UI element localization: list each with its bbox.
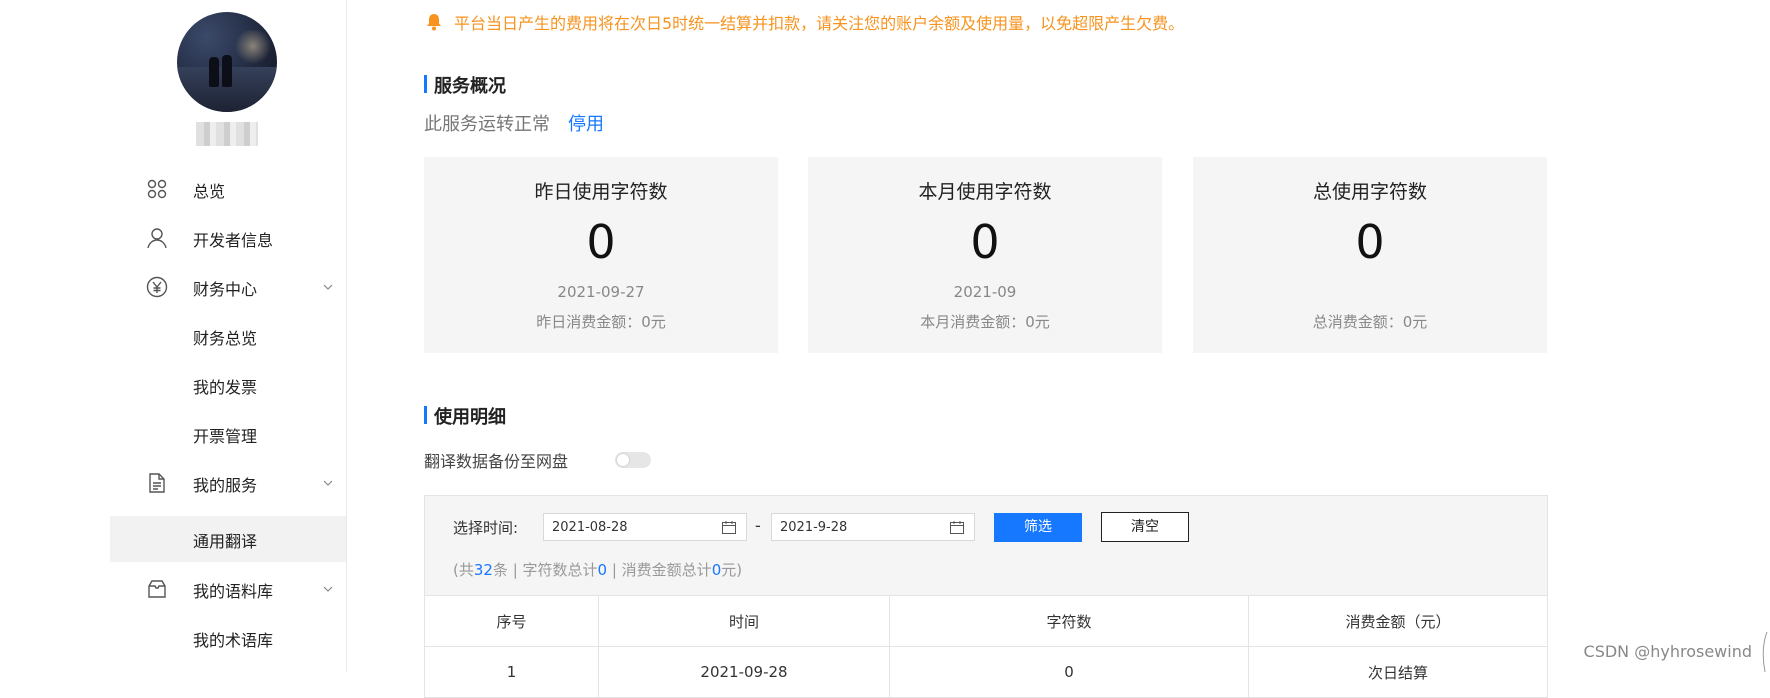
sidebar-item-label: 开票管理 xyxy=(193,427,258,446)
table-cell: 1 xyxy=(424,646,599,698)
document-icon xyxy=(149,473,165,493)
service-status: 此服务运转正常 停用 xyxy=(424,110,604,136)
sidebar-item-label: 总览 xyxy=(193,182,226,201)
chevron-down-icon xyxy=(323,480,333,486)
clear-button[interactable]: 清空 xyxy=(1101,512,1189,542)
sidebar-item-finance-overview[interactable]: 财务总览 xyxy=(110,312,346,360)
chevron-down-icon xyxy=(323,284,333,290)
sidebar-item-label: 财务总览 xyxy=(193,329,258,348)
sidebar-item-label: 我的术语库 xyxy=(193,631,274,650)
card-date: 2021-09 xyxy=(953,283,1017,301)
sidebar-item-label: 财务中心 xyxy=(193,280,258,299)
sidebar-item-invoice-management[interactable]: 开票管理 xyxy=(110,410,346,458)
records-summary: (共32条 | 字符数总计0 | 消费金额总计0元) xyxy=(453,561,743,579)
table-cell: 次日结算 xyxy=(1248,646,1548,698)
grid-icon xyxy=(147,179,167,199)
card-value: 0 xyxy=(1355,215,1385,269)
amount-total: 0 xyxy=(711,561,722,579)
card-title: 昨日使用字符数 xyxy=(534,181,668,203)
table-row: 1 2021-09-28 0 次日结算 xyxy=(424,646,1548,698)
status-text: 此服务运转正常 xyxy=(424,114,550,135)
sidebar-item-label: 通用翻译 xyxy=(193,532,258,551)
card-title: 本月使用字符数 xyxy=(918,181,1052,203)
sidebar-item-developer-info[interactable]: 开发者信息 xyxy=(110,214,346,262)
sidebar-item-my-services[interactable]: 我的服务 xyxy=(110,459,346,507)
table-cell: 2021-09-28 xyxy=(598,646,890,698)
section-title-overview: 服务概况 xyxy=(424,72,506,98)
filter-panel: 选择时间: 2021-08-28 - 2021-9-28 筛选 清空 (共32条… xyxy=(424,495,1548,596)
stat-card-this-month: 本月使用字符数 0 2021-09 本月消费金额：0元 xyxy=(808,157,1162,353)
sidebar-item-my-corpus[interactable]: 我的语料库 xyxy=(110,565,346,613)
section-title-details: 使用明细 xyxy=(424,403,506,429)
sidebar-item-label: 开发者信息 xyxy=(193,231,274,250)
end-date-input[interactable]: 2021-9-28 xyxy=(771,513,975,541)
box-icon xyxy=(148,580,166,598)
username-blurred xyxy=(196,122,258,146)
sidebar-item-finance-center[interactable]: 财务中心 xyxy=(110,263,346,311)
sidebar-item-label: 我的语料库 xyxy=(193,582,274,601)
column-header: 字符数 xyxy=(889,595,1249,647)
user-icon xyxy=(147,228,167,249)
billing-notice: 平台当日产生的费用将在次日5时统一结算并扣款，请关注您的账户余额及使用量，以免超… xyxy=(424,10,1184,34)
sidebar: 总览 开发者信息 财务中心 财务总览 我的发票 开票管理 我的服务 通用翻译 我… xyxy=(0,0,347,672)
sidebar-item-my-terminology[interactable]: 我的术语库 xyxy=(110,614,346,662)
sidebar-item-label: 我的发票 xyxy=(193,378,258,397)
watermark: CSDN @hyhrosewind xyxy=(1583,642,1752,661)
table-cell: 0 xyxy=(889,646,1249,698)
record-count: 32 xyxy=(473,561,493,579)
date-range-label: 选择时间: xyxy=(453,519,519,537)
card-title: 总使用字符数 xyxy=(1312,181,1427,203)
table-header-row: 序号 时间 字符数 消费金额（元） xyxy=(424,595,1548,647)
card-date: 2021-09-27 xyxy=(557,283,645,301)
sidebar-item-label: 我的服务 xyxy=(193,476,258,495)
yen-icon xyxy=(146,276,168,298)
chevron-down-icon xyxy=(323,586,333,592)
card-value: 0 xyxy=(970,215,1000,269)
sidebar-item-general-translation[interactable]: 通用翻译 xyxy=(110,516,346,562)
sidebar-item-overview[interactable]: 总览 xyxy=(110,165,346,213)
stop-service-link[interactable]: 停用 xyxy=(568,114,604,135)
card-fee: 昨日消费金额：0元 xyxy=(536,313,666,331)
notice-text: 平台当日产生的费用将在次日5时统一结算并扣款，请关注您的账户余额及使用量，以免超… xyxy=(454,14,1185,33)
filter-button[interactable]: 筛选 xyxy=(994,513,1082,542)
avatar[interactable] xyxy=(177,12,277,112)
card-fee: 本月消费金额：0元 xyxy=(920,313,1050,331)
backup-toggle[interactable] xyxy=(615,452,651,468)
sidebar-item-my-invoices[interactable]: 我的发票 xyxy=(110,361,346,409)
column-header: 序号 xyxy=(424,595,599,647)
column-header: 时间 xyxy=(598,595,890,647)
backup-toggle-label: 翻译数据备份至网盘 xyxy=(424,452,569,471)
column-header: 消费金额（元） xyxy=(1248,595,1548,647)
calendar-icon xyxy=(950,521,964,534)
stat-card-total: 总使用字符数 0 总消费金额：0元 xyxy=(1193,157,1547,353)
bell-icon xyxy=(427,14,441,31)
card-fee: 总消费金额：0元 xyxy=(1312,313,1428,331)
start-date-input[interactable]: 2021-08-28 xyxy=(543,513,747,541)
char-total: 0 xyxy=(597,561,608,579)
edge-decoration xyxy=(1762,632,1768,672)
date-range-separator: - xyxy=(755,516,761,535)
calendar-icon xyxy=(722,521,736,534)
usage-table: 序号 时间 字符数 消费金额（元） 1 2021-09-28 0 次日结算 xyxy=(424,595,1548,698)
card-value: 0 xyxy=(586,215,616,269)
stat-card-yesterday: 昨日使用字符数 0 2021-09-27 昨日消费金额：0元 xyxy=(424,157,778,353)
